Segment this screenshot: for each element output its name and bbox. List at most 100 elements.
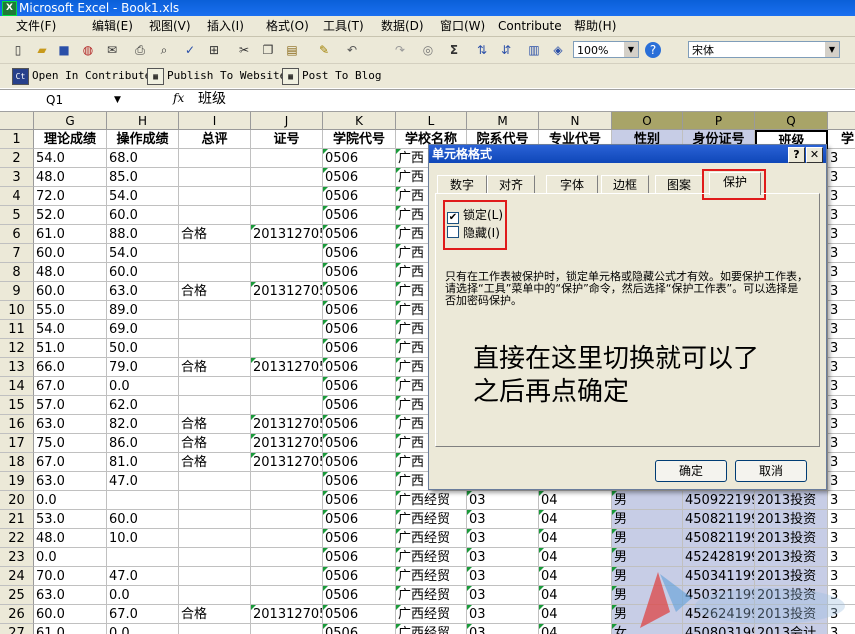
table-cell[interactable]: 2013投资 [755,491,828,510]
help-icon[interactable]: ? [645,42,661,58]
table-cell[interactable]: 54.0 [34,320,107,339]
table-cell-partial[interactable]: 3 [828,282,855,301]
row-header[interactable]: 23 [0,548,34,567]
table-cell[interactable]: 04 [539,605,612,624]
table-cell[interactable]: 广西经贸 [396,510,467,529]
table-cell[interactable] [179,624,251,634]
table-cell[interactable]: 85.0 [107,168,179,187]
table-cell[interactable]: 男 [612,529,683,548]
row-header[interactable]: 25 [0,586,34,605]
fx-icon[interactable]: fx [173,91,184,105]
table-cell[interactable]: 0506 [323,149,396,168]
table-cell[interactable]: 0506 [323,529,396,548]
email-icon[interactable]: ✉ [104,42,120,58]
column-header-p[interactable]: P [683,112,755,130]
table-cell[interactable]: 广西经贸 [396,529,467,548]
redo-icon[interactable]: ↷ [392,42,408,58]
header-cell[interactable]: 理论成绩 [34,130,107,149]
table-cell-partial[interactable]: 3 [828,472,855,491]
row-header[interactable]: 20 [0,491,34,510]
table-cell[interactable] [179,548,251,567]
column-header-n[interactable]: N [539,112,612,130]
table-cell[interactable]: 68.0 [107,149,179,168]
table-cell-partial[interactable]: 3 [828,434,855,453]
tab-number[interactable]: 数字 [437,175,487,194]
table-cell[interactable]: 10.0 [107,529,179,548]
table-cell[interactable]: 82.0 [107,415,179,434]
table-cell[interactable]: 61.0 [34,225,107,244]
table-cell[interactable]: 79.0 [107,358,179,377]
table-cell[interactable]: 69.0 [107,320,179,339]
table-cell[interactable]: 63.0 [34,415,107,434]
table-cell[interactable]: 66.0 [34,358,107,377]
table-cell-partial[interactable]: 3 [828,244,855,263]
table-cell-partial[interactable]: 3 [828,491,855,510]
table-cell[interactable]: 452428199 [683,548,755,567]
table-cell[interactable]: 450821199 [683,529,755,548]
table-cell[interactable]: 201312705 [251,282,323,301]
spelling-icon[interactable]: ✓ [182,42,198,58]
table-cell[interactable] [179,396,251,415]
row-header[interactable]: 24 [0,567,34,586]
table-cell[interactable] [251,548,323,567]
table-cell[interactable]: 86.0 [107,434,179,453]
table-cell-partial[interactable]: 3 [828,339,855,358]
table-cell[interactable]: 0506 [323,263,396,282]
table-cell[interactable]: 75.0 [34,434,107,453]
row-header[interactable]: 16 [0,415,34,434]
table-cell[interactable] [179,206,251,225]
table-cell[interactable]: 60.0 [34,244,107,263]
font-select[interactable]: 宋体 ▼ [688,41,840,58]
table-cell[interactable]: 0506 [323,434,396,453]
table-cell[interactable]: 0506 [323,187,396,206]
table-cell[interactable]: 0.0 [34,491,107,510]
table-cell[interactable] [251,206,323,225]
table-cell[interactable] [251,187,323,206]
table-cell[interactable] [107,491,179,510]
table-cell[interactable] [179,301,251,320]
table-cell[interactable] [179,586,251,605]
table-cell-partial[interactable]: 3 [828,548,855,567]
row-header[interactable]: 21 [0,510,34,529]
menu-window[interactable]: 窗口(W) [440,18,485,34]
table-cell[interactable] [179,320,251,339]
new-icon[interactable]: ▯ [10,42,26,58]
menu-help[interactable]: 帮助(H) [574,18,616,34]
help-button[interactable]: ? [788,147,805,163]
column-header-l[interactable]: L [396,112,467,130]
table-cell[interactable]: 0506 [323,472,396,491]
table-cell[interactable]: 60.0 [34,282,107,301]
table-cell[interactable]: 0506 [323,225,396,244]
sort-descending-icon[interactable]: ⇵ [498,42,514,58]
autosum-icon[interactable]: Σ [446,42,462,58]
table-cell[interactable]: 2013投资 [755,548,828,567]
table-cell[interactable]: 67.0 [34,453,107,472]
table-cell[interactable]: 0506 [323,624,396,634]
row-header[interactable]: 6 [0,225,34,244]
cancel-button[interactable]: 取消 [735,460,807,482]
paste-icon[interactable]: ▤ [284,42,300,58]
hyperlink-icon[interactable]: ◎ [420,42,436,58]
table-cell[interactable]: 201312705 [251,415,323,434]
copy-icon[interactable]: ❐ [260,42,276,58]
table-cell[interactable]: 男 [612,491,683,510]
row-header[interactable]: 11 [0,320,34,339]
table-cell[interactable]: 0506 [323,453,396,472]
table-cell[interactable] [251,377,323,396]
row-header[interactable]: 17 [0,434,34,453]
table-cell[interactable]: 0506 [323,282,396,301]
table-cell[interactable] [179,263,251,282]
column-header-o[interactable]: O [612,112,683,130]
table-cell[interactable]: 广西经贸 [396,567,467,586]
table-cell-partial[interactable]: 3 [828,187,855,206]
table-cell[interactable] [251,491,323,510]
row-header[interactable]: 15 [0,396,34,415]
table-cell-partial[interactable]: 3 [828,225,855,244]
menu-view[interactable]: 视图(V) [149,18,191,34]
tab-font[interactable]: 字体 [546,175,598,194]
table-cell[interactable]: 04 [539,548,612,567]
table-cell[interactable] [179,567,251,586]
table-cell[interactable] [179,339,251,358]
menu-tools[interactable]: 工具(T) [323,18,364,34]
table-cell[interactable] [179,187,251,206]
